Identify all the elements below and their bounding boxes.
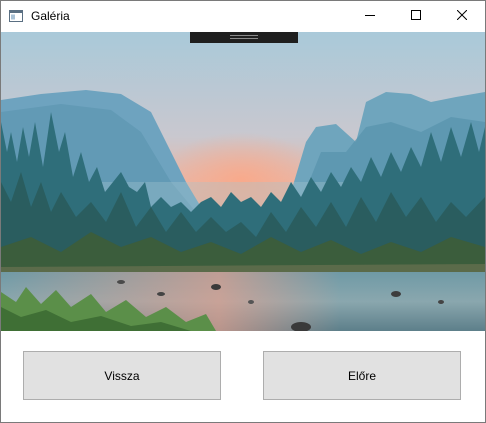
minimize-button[interactable] (347, 1, 393, 31)
drag-handle-icon[interactable] (190, 32, 298, 43)
gallery-window: Galéria Vissza Előre (0, 0, 486, 423)
window-title: Galéria (31, 9, 70, 23)
handle-grip-line (230, 38, 258, 39)
maximize-icon (411, 7, 421, 25)
close-button[interactable] (439, 1, 485, 31)
back-button[interactable]: Vissza (23, 351, 221, 400)
title-bar[interactable]: Galéria (1, 1, 485, 31)
handle-grip-line (230, 35, 258, 36)
minimize-icon (365, 7, 375, 25)
forward-button[interactable]: Előre (263, 351, 461, 400)
app-window-icon (9, 9, 23, 23)
maximize-button[interactable] (393, 1, 439, 31)
gallery-image (1, 32, 485, 331)
close-icon (456, 7, 468, 25)
